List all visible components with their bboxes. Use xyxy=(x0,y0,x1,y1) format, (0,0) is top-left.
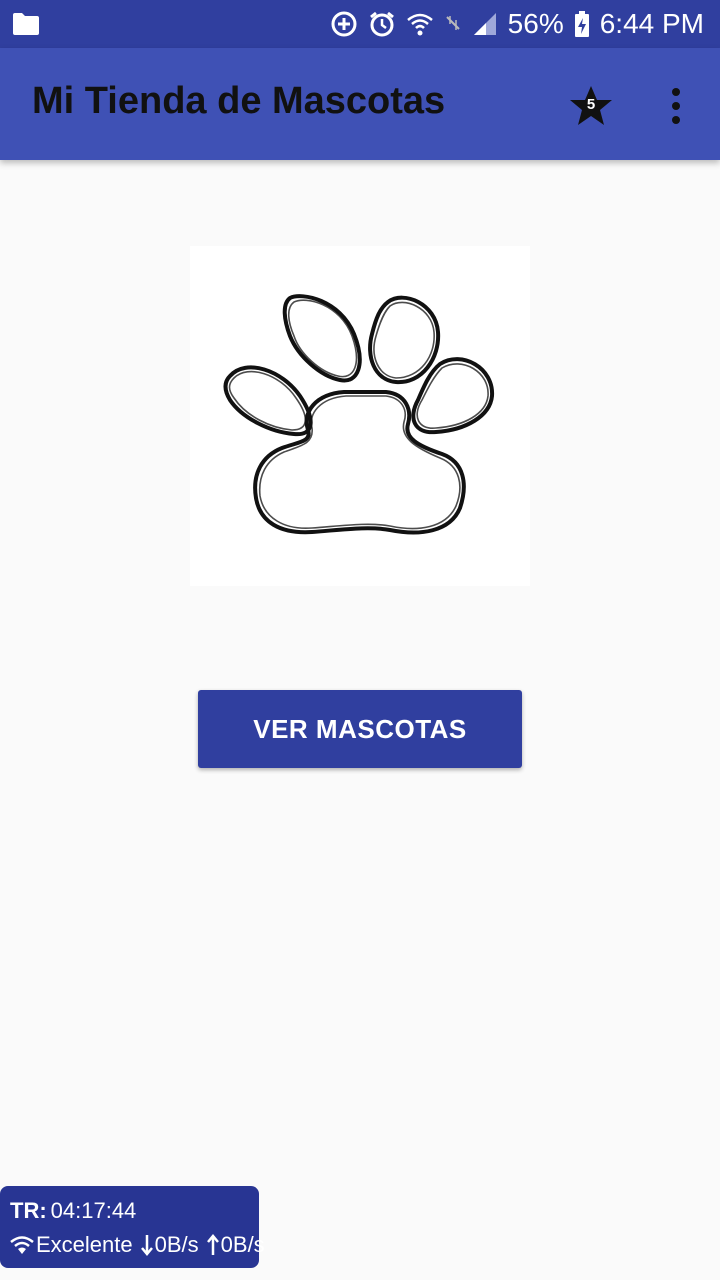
battery-percent: 56% xyxy=(507,8,564,39)
download-rate: 0B/s xyxy=(154,1232,199,1257)
no-signal-icon xyxy=(444,14,462,34)
data-saver-icon xyxy=(330,10,358,38)
upload-rate: 0B/s xyxy=(220,1232,265,1257)
more-vert-icon[interactable] xyxy=(662,86,690,126)
clock: 6:44 PM xyxy=(599,8,704,39)
folder-icon xyxy=(12,12,40,41)
download-arrow-icon xyxy=(140,1235,153,1256)
app-bar: Mi Tienda de Mascotas 5 xyxy=(0,48,720,160)
signal-quality: Excelente xyxy=(36,1232,133,1257)
tr-value: 04:17:44 xyxy=(50,1198,137,1223)
paw-image xyxy=(190,246,530,586)
signal-icon xyxy=(472,11,498,37)
alarm-icon xyxy=(368,10,396,38)
favorites-button[interactable]: 5 xyxy=(568,84,614,128)
favorites-count: 5 xyxy=(586,96,596,113)
status-bar: 56% 6:44 PM xyxy=(0,0,720,48)
wifi-icon xyxy=(406,10,434,38)
paw-icon xyxy=(223,294,495,535)
ver-mascotas-button[interactable]: VER MASCOTAS xyxy=(198,690,522,768)
tr-label: TR: xyxy=(10,1198,47,1223)
network-monitor-overlay[interactable]: TR: 04:17:44 Excelente 0B/s 0B/s xyxy=(0,1186,265,1268)
app-title: Mi Tienda de Mascotas xyxy=(32,80,446,122)
wifi-icon xyxy=(10,1236,34,1254)
battery-charging-icon xyxy=(574,10,590,38)
upload-arrow-icon xyxy=(206,1234,219,1255)
